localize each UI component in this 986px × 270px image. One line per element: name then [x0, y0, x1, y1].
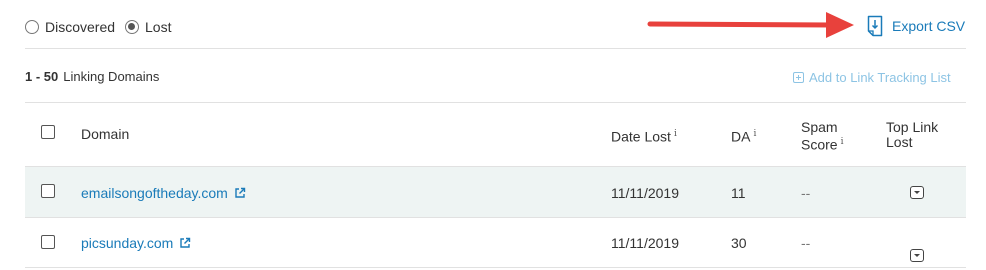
- row-checkbox[interactable]: [41, 235, 55, 249]
- external-link-icon[interactable]: [179, 237, 191, 249]
- results-label: Linking Domains: [63, 69, 160, 84]
- radio-lost-label: Lost: [145, 19, 172, 35]
- info-icon[interactable]: i: [674, 129, 677, 139]
- column-header-spam-score[interactable]: Spam Score i: [801, 120, 843, 153]
- da-cell: 30: [731, 235, 747, 251]
- top-link-dropdown-button[interactable]: [910, 249, 924, 262]
- spam-score-cell: --: [801, 185, 811, 201]
- add-to-link-tracking-label: Add to Link Tracking List: [809, 70, 951, 85]
- column-header-domain[interactable]: Domain: [81, 127, 129, 142]
- spam-score-cell: --: [801, 235, 811, 251]
- date-lost-cell: 11/11/2019: [611, 185, 679, 201]
- radio-lost-circle[interactable]: [125, 20, 139, 34]
- radio-discovered[interactable]: Discovered: [25, 19, 115, 35]
- info-icon[interactable]: i: [753, 129, 756, 139]
- top-link-dropdown-button[interactable]: [910, 186, 924, 199]
- radio-discovered-label: Discovered: [45, 19, 116, 35]
- bottom-divider: [25, 267, 966, 268]
- export-csv-label: Export CSV: [892, 18, 966, 34]
- da-cell: 11: [731, 185, 746, 201]
- radio-discovered-circle[interactable]: [25, 20, 39, 34]
- header-top-divider: [25, 102, 966, 103]
- domain-link[interactable]: emailsongoftheday.com: [81, 185, 246, 201]
- domain-link[interactable]: picsunday.com: [81, 235, 191, 251]
- column-header-date-lost[interactable]: Date Lost i: [611, 127, 677, 145]
- radio-lost[interactable]: Lost: [125, 19, 171, 35]
- annotation-arrow: [647, 12, 854, 38]
- date-lost-cell: 11/11/2019: [611, 235, 679, 251]
- column-header-da[interactable]: DA i: [731, 127, 756, 145]
- export-file-icon: [867, 15, 883, 37]
- select-all-checkbox[interactable]: [41, 125, 55, 139]
- external-link-icon[interactable]: [234, 187, 246, 199]
- column-header-top-link-lost[interactable]: Top Link Lost: [886, 120, 938, 150]
- row-checkbox[interactable]: [41, 184, 55, 198]
- plus-icon: [793, 72, 804, 83]
- export-csv-button[interactable]: Export CSV: [867, 15, 965, 37]
- add-to-link-tracking-button[interactable]: Add to Link Tracking List: [793, 70, 951, 85]
- row-divider: [25, 217, 966, 218]
- results-summary: 1 - 50 Linking Domains: [25, 69, 159, 84]
- results-range: 1 - 50: [25, 69, 59, 84]
- top-divider: [25, 48, 966, 49]
- info-icon[interactable]: i: [841, 137, 844, 147]
